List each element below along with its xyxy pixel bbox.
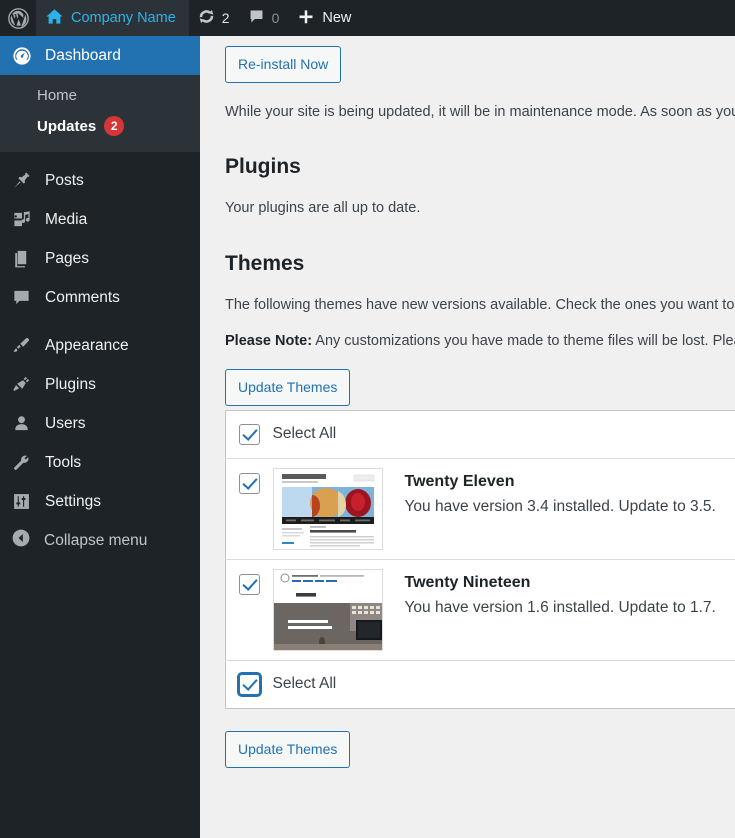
please-note-paragraph: Please Note: Any customizations you have… xyxy=(225,330,735,352)
select-all-checkbox-cell-top xyxy=(226,410,273,458)
sidebar-item-settings[interactable]: Settings xyxy=(0,482,200,521)
sidebar-item-pages[interactable]: Pages xyxy=(0,239,200,278)
collapse-menu-button[interactable]: Collapse menu xyxy=(0,521,200,560)
theme-checkbox-cell xyxy=(226,458,273,559)
twenty-eleven-screenshot xyxy=(273,468,383,550)
collapse-arrow-icon xyxy=(11,528,31,553)
select-all-checkbox-bottom[interactable] xyxy=(239,674,260,695)
wordpress-logo-icon xyxy=(8,8,29,29)
theme-version-text: You have version 1.6 installed. Update t… xyxy=(405,599,735,617)
updates-badge: 2 xyxy=(104,116,124,136)
twenty-nineteen-screenshot xyxy=(273,569,383,651)
updates-sync-icon xyxy=(198,8,215,28)
update-themes-button-top[interactable]: Update Themes xyxy=(225,369,350,406)
collapse-menu-label: Collapse menu xyxy=(44,532,147,550)
sidebar-item-comments[interactable]: Comments xyxy=(0,278,200,317)
site-name-label: Company Name xyxy=(71,10,176,26)
sidebar-item-dashboard[interactable]: Dashboard xyxy=(0,36,200,75)
select-all-checkbox-cell-bottom xyxy=(226,660,273,708)
select-all-row-bottom: Select All xyxy=(226,660,735,708)
comment-bubble-icon xyxy=(248,8,265,28)
new-content-menu[interactable]: New xyxy=(288,0,360,36)
sidebar-item-settings-label: Settings xyxy=(45,493,101,511)
admin-sidebar-menu: Dashboard Home Updates 2 Posts Media Pag… xyxy=(0,36,200,838)
sidebar-item-dashboard-label: Dashboard xyxy=(45,47,121,65)
updates-menu[interactable]: 2 xyxy=(189,0,239,36)
theme-name: Twenty Nineteen xyxy=(405,574,735,592)
comment-bubble-icon xyxy=(11,288,32,307)
site-name-menu[interactable]: Company Name xyxy=(36,0,189,36)
dashboard-gauge-icon xyxy=(11,46,32,66)
sidebar-item-appearance-label: Appearance xyxy=(45,337,129,355)
sidebar-item-tools[interactable]: Tools xyxy=(0,443,200,482)
pin-icon xyxy=(11,171,32,190)
updates-count: 2 xyxy=(222,10,230,26)
themes-intro-text: The following themes have new versions a… xyxy=(225,294,735,316)
admin-bar: Company Name 2 0 New xyxy=(0,0,735,36)
sidebar-item-plugins[interactable]: Plugins xyxy=(0,365,200,404)
main-content-area: Re-install Now While your site is being … xyxy=(200,36,735,838)
theme-thumbnail-cell xyxy=(273,559,395,660)
paintbrush-icon xyxy=(11,336,32,355)
table-row: Twenty Nineteen You have version 1.6 ins… xyxy=(226,559,735,660)
select-all-checkbox-top[interactable] xyxy=(239,424,260,445)
pages-icon xyxy=(11,249,32,268)
theme-checkbox-cell xyxy=(226,559,273,660)
theme-version-text: You have version 3.4 installed. Update t… xyxy=(405,498,735,516)
sliders-icon xyxy=(11,492,32,511)
select-all-label-bottom: Select All xyxy=(273,675,337,692)
sidebar-item-tools-label: Tools xyxy=(45,454,81,472)
wordpress-logo-menu[interactable] xyxy=(0,0,36,36)
table-row: Twenty Eleven You have version 3.4 insta… xyxy=(226,458,735,559)
sidebar-subitem-home[interactable]: Home xyxy=(0,81,200,110)
theme-thumbnail-cell xyxy=(273,458,395,559)
sidebar-item-plugins-label: Plugins xyxy=(45,376,96,394)
sidebar-item-posts[interactable]: Posts xyxy=(0,161,200,200)
select-all-label-cell-bottom: Select All xyxy=(273,660,735,708)
maintenance-note: While your site is being updated, it wil… xyxy=(225,101,735,123)
theme-checkbox-twenty-nineteen[interactable] xyxy=(239,574,260,595)
home-icon xyxy=(45,7,64,29)
sidebar-item-appearance[interactable]: Appearance xyxy=(0,326,200,365)
sidebar-subitem-updates[interactable]: Updates 2 xyxy=(0,110,200,142)
themes-heading: Themes xyxy=(225,252,735,276)
dashboard-submenu: Home Updates 2 xyxy=(0,75,200,152)
comments-menu[interactable]: 0 xyxy=(239,0,289,36)
select-all-row-top: Select All xyxy=(226,410,735,458)
select-all-label-cell-top: Select All xyxy=(273,410,735,458)
sidebar-item-users-label: Users xyxy=(45,415,85,433)
wrench-icon xyxy=(11,453,32,472)
plugins-heading: Plugins xyxy=(225,155,735,179)
media-icon xyxy=(11,210,32,229)
theme-name: Twenty Eleven xyxy=(405,473,735,491)
menu-separator xyxy=(0,152,200,161)
sidebar-item-media[interactable]: Media xyxy=(0,200,200,239)
sidebar-subitem-updates-label: Updates xyxy=(37,118,96,135)
sidebar-subitem-home-label: Home xyxy=(37,87,77,104)
theme-checkbox-twenty-eleven[interactable] xyxy=(239,473,260,494)
please-note-label: Please Note: xyxy=(225,333,312,349)
comments-count: 0 xyxy=(272,10,280,26)
sidebar-item-pages-label: Pages xyxy=(45,250,89,268)
select-all-label-top: Select All xyxy=(273,425,337,442)
menu-separator-2 xyxy=(0,317,200,326)
new-label: New xyxy=(322,10,351,26)
plug-icon xyxy=(11,375,32,394)
plus-icon xyxy=(297,8,315,29)
theme-info-cell: Twenty Eleven You have version 3.4 insta… xyxy=(395,458,735,559)
please-note-text: Any customizations you have made to them… xyxy=(312,333,735,349)
user-icon xyxy=(11,414,32,433)
sidebar-item-media-label: Media xyxy=(45,211,87,229)
theme-info-cell: Twenty Nineteen You have version 1.6 ins… xyxy=(395,559,735,660)
reinstall-now-button[interactable]: Re-install Now xyxy=(225,46,341,83)
update-themes-button-bottom[interactable]: Update Themes xyxy=(225,731,350,768)
themes-update-table: Select All xyxy=(225,410,735,709)
plugins-status-text: Your plugins are all up to date. xyxy=(225,197,735,219)
sidebar-item-users[interactable]: Users xyxy=(0,404,200,443)
sidebar-item-posts-label: Posts xyxy=(45,172,84,190)
sidebar-item-comments-label: Comments xyxy=(45,289,120,307)
